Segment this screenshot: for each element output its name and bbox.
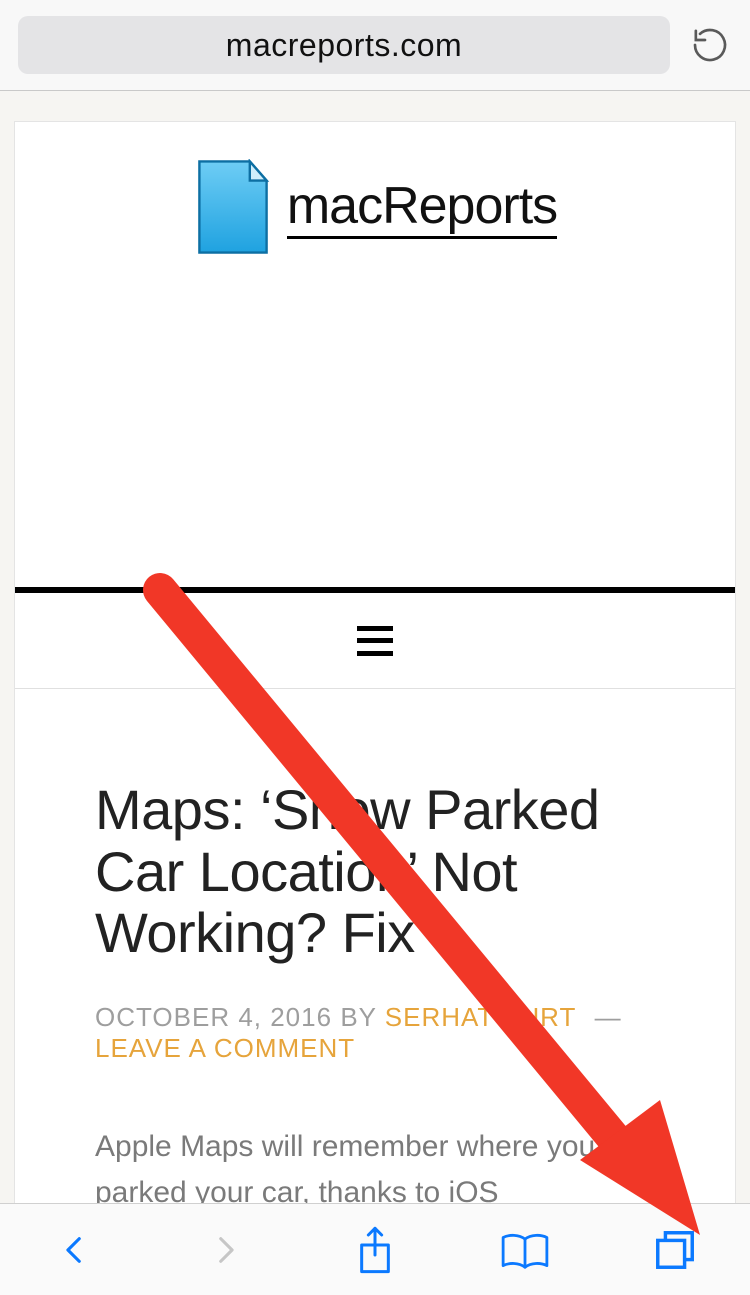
author-link[interactable]: SERHAT KURT <box>385 1002 577 1032</box>
address-bar[interactable]: macreports.com <box>18 16 670 74</box>
content-card: macReports Maps: ‘Show Parked Car Locati… <box>14 121 736 1218</box>
safari-bottom-toolbar <box>0 1203 750 1295</box>
safari-top-bar: macreports.com <box>0 0 750 90</box>
reload-icon <box>690 25 730 65</box>
share-button[interactable] <box>345 1220 405 1280</box>
comment-link[interactable]: LEAVE A COMMENT <box>95 1033 355 1063</box>
forward-button <box>195 1220 255 1280</box>
page-viewport[interactable]: macReports Maps: ‘Show Parked Car Locati… <box>0 91 750 1218</box>
file-icon <box>193 159 273 255</box>
article-meta: OCTOBER 4, 2016 BY SERHAT KURT — LEAVE A… <box>95 1002 655 1064</box>
site-name: macReports <box>287 176 557 239</box>
book-icon <box>500 1228 550 1272</box>
by-label: BY <box>340 1002 376 1032</box>
article-date: OCTOBER 4, 2016 <box>95 1002 332 1032</box>
hamburger-icon <box>357 626 393 631</box>
tabs-icon <box>652 1227 698 1273</box>
meta-separator: — <box>586 1002 621 1032</box>
bookmarks-button[interactable] <box>495 1220 555 1280</box>
chevron-right-icon <box>208 1227 242 1273</box>
back-button[interactable] <box>45 1220 105 1280</box>
ad-spacer <box>15 292 735 587</box>
site-logo[interactable]: macReports <box>15 122 735 292</box>
tabs-button[interactable] <box>645 1220 705 1280</box>
reload-button[interactable] <box>688 23 732 67</box>
menu-bar <box>15 593 735 689</box>
chevron-left-icon <box>58 1227 92 1273</box>
url-text: macreports.com <box>226 27 462 64</box>
article: Maps: ‘Show Parked Car Location’ Not Wor… <box>15 689 735 1217</box>
article-title: Maps: ‘Show Parked Car Location’ Not Wor… <box>95 779 655 964</box>
hamburger-menu-button[interactable] <box>357 626 393 656</box>
share-icon <box>355 1225 395 1275</box>
